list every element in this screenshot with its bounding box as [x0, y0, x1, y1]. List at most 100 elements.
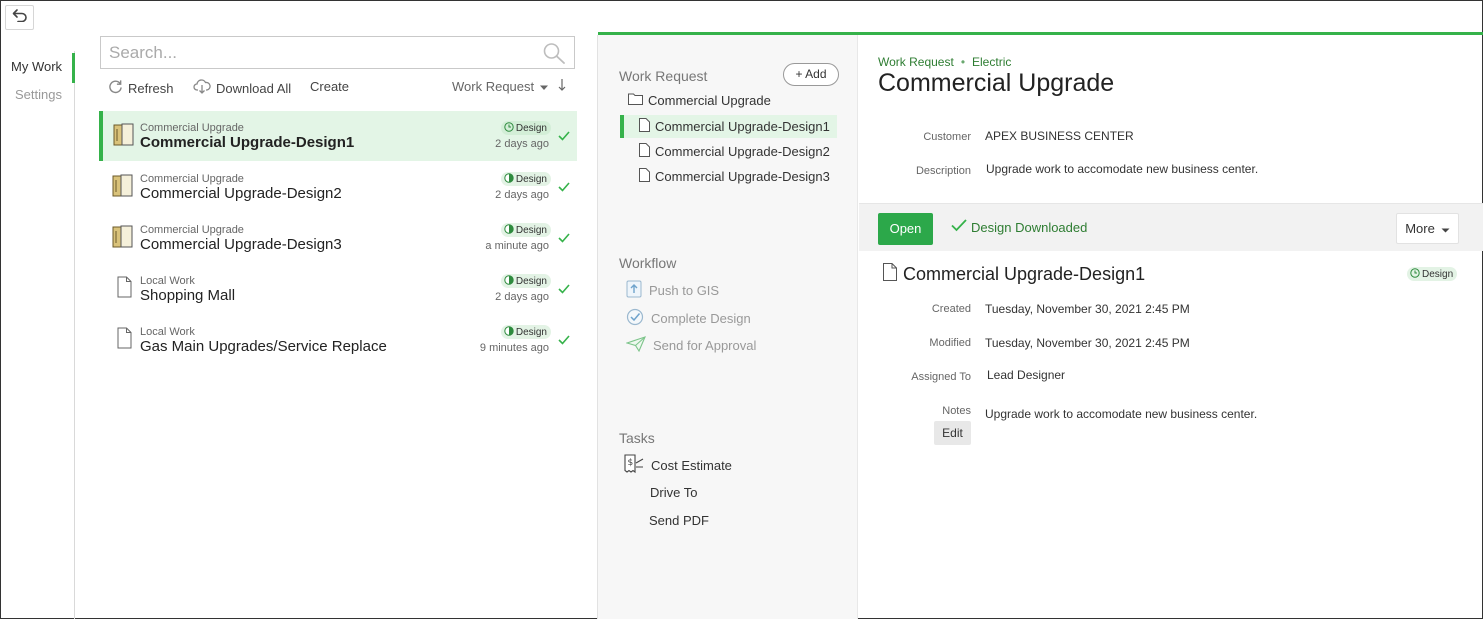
create-label: Create — [310, 79, 350, 94]
list-item[interactable]: Local Work Gas Main Upgrades/Service Rep… — [99, 315, 577, 365]
status-badge: Design — [1407, 267, 1458, 281]
svg-text:$: $ — [628, 458, 634, 468]
list-item[interactable]: Commercial Upgrade Commercial Upgrade-De… — [99, 111, 577, 161]
item-title: Gas Main Upgrades/Service Replace — [140, 338, 387, 355]
customer-value: APEX BUSINESS CENTER — [985, 129, 1134, 143]
assigned-to-value: Lead Designer — [987, 368, 1066, 382]
status-label: Design — [1422, 268, 1454, 280]
push-to-gis-button[interactable]: Push to GIS — [626, 280, 719, 301]
notes-value: Upgrade work to accomodate new business … — [985, 407, 1258, 421]
drive-to-label: Drive To — [650, 485, 698, 500]
work-request-filter[interactable]: Work Request — [452, 79, 549, 94]
complete-design-label: Complete Design — [651, 311, 751, 326]
item-time: a minute ago — [485, 240, 549, 252]
tree-item-design1[interactable]: Commercial Upgrade-Design1 — [639, 118, 830, 135]
refresh-icon — [108, 79, 123, 97]
create-button[interactable]: Create — [310, 79, 349, 94]
item-parent: Local Work — [140, 275, 195, 287]
search-icon[interactable] — [542, 42, 566, 69]
chevron-down-icon — [539, 79, 549, 94]
left-nav: My Work Settings — [1, 51, 75, 619]
tree-item-label: Commercial Upgrade-Design2 — [655, 144, 830, 159]
document-icon — [117, 276, 132, 303]
breadcrumb-work-request[interactable]: Work Request — [878, 55, 954, 69]
back-button[interactable] — [5, 5, 34, 30]
tree-item-design2[interactable]: Commercial Upgrade-Design2 — [639, 143, 830, 160]
item-parent: Local Work — [140, 326, 195, 338]
download-status: Design Downloaded — [951, 219, 1087, 235]
document-icon — [883, 263, 897, 286]
modified-value: Tuesday, November 30, 2021 2:45 PM — [985, 336, 1190, 350]
cloud-download-icon — [193, 79, 211, 97]
send-pdf-button[interactable]: Send PDF — [649, 513, 709, 528]
search-box — [100, 36, 575, 69]
item-time: 2 days ago — [495, 291, 549, 303]
list-item[interactable]: Commercial Upgrade Commercial Upgrade-De… — [99, 162, 577, 212]
cost-estimate-button[interactable]: $ Cost Estimate — [623, 454, 732, 477]
nav-my-work[interactable]: My Work — [1, 53, 75, 83]
folder-book-icon — [112, 225, 134, 254]
upload-icon — [626, 280, 642, 301]
list-toolbar: Refresh Download All Create Work Request — [106, 79, 576, 99]
status-label: Design — [515, 275, 547, 287]
list-item[interactable]: Local Work Shopping Mall Design 2 days a… — [99, 264, 577, 314]
status-label: Design — [515, 224, 547, 236]
status-label: Design — [515, 122, 547, 134]
more-label: More — [1405, 221, 1435, 236]
item-parent: Commercial Upgrade — [140, 122, 244, 134]
design-title-label: Commercial Upgrade-Design1 — [903, 264, 1146, 284]
tree-item-design3[interactable]: Commercial Upgrade-Design3 — [639, 168, 830, 185]
created-value: Tuesday, November 30, 2021 2:45 PM — [985, 302, 1190, 316]
half-circle-icon — [504, 325, 514, 339]
open-button[interactable]: Open — [878, 213, 933, 245]
clock-icon — [1410, 267, 1420, 281]
status-badge: Design — [500, 325, 551, 339]
receipt-dollar-icon: $ — [623, 454, 645, 477]
sort-button[interactable] — [558, 79, 566, 94]
folder-icon — [628, 93, 643, 108]
filter-label: Work Request — [452, 79, 535, 94]
more-button[interactable]: More — [1396, 213, 1459, 244]
folder-book-icon — [113, 123, 135, 152]
refresh-button[interactable]: Refresh — [108, 79, 174, 97]
item-parent: Commercial Upgrade — [140, 224, 244, 236]
check-circle-icon — [626, 308, 644, 329]
item-time: 2 days ago — [495, 138, 549, 150]
undo-arrow-icon — [12, 8, 28, 27]
item-title: Commercial Upgrade-Design1 — [140, 134, 355, 151]
item-time: 9 minutes ago — [479, 342, 549, 354]
download-all-button[interactable]: Download All — [193, 79, 291, 97]
push-to-gis-label: Push to GIS — [649, 283, 720, 298]
tree-root-label: Commercial Upgrade — [648, 93, 771, 108]
item-title: Shopping Mall — [140, 287, 236, 304]
check-icon — [951, 219, 967, 235]
half-circle-icon — [504, 223, 514, 237]
paper-plane-icon — [625, 336, 646, 355]
drive-to-button[interactable]: Drive To — [650, 485, 697, 500]
status-badge: Design — [500, 223, 551, 237]
workflow-heading: Workflow — [619, 255, 677, 271]
item-title: Commercial Upgrade-Design2 — [140, 185, 342, 202]
edit-notes-button[interactable]: Edit — [934, 421, 971, 445]
send-pdf-label: Send PDF — [649, 513, 709, 528]
send-for-approval-button[interactable]: Send for Approval — [625, 336, 756, 355]
breadcrumb-electric[interactable]: Electric — [972, 55, 1011, 69]
search-input[interactable] — [101, 37, 531, 68]
status-badge: Design — [500, 121, 551, 135]
sort-down-arrow-icon — [558, 79, 566, 94]
check-icon — [558, 179, 570, 197]
cost-estimate-label: Cost Estimate — [651, 458, 732, 473]
check-icon — [558, 230, 570, 248]
complete-design-button[interactable]: Complete Design — [626, 308, 751, 329]
work-request-panel: Work Request + Add Commercial Upgrade Co… — [597, 35, 858, 619]
nav-settings[interactable]: Settings — [1, 83, 75, 107]
description-label: Description — [915, 165, 971, 177]
status-badge: Design — [500, 274, 551, 288]
tree-item-label: Commercial Upgrade-Design1 — [655, 119, 830, 134]
list-item[interactable]: Commercial Upgrade Commercial Upgrade-De… — [99, 213, 577, 263]
tree-item-label: Commercial Upgrade-Design3 — [655, 169, 830, 184]
created-label: Created — [931, 303, 971, 315]
description-value: Upgrade work to accomodate new business … — [986, 162, 1259, 176]
tree-root[interactable]: Commercial Upgrade — [628, 93, 771, 108]
add-button[interactable]: + Add — [783, 63, 839, 86]
